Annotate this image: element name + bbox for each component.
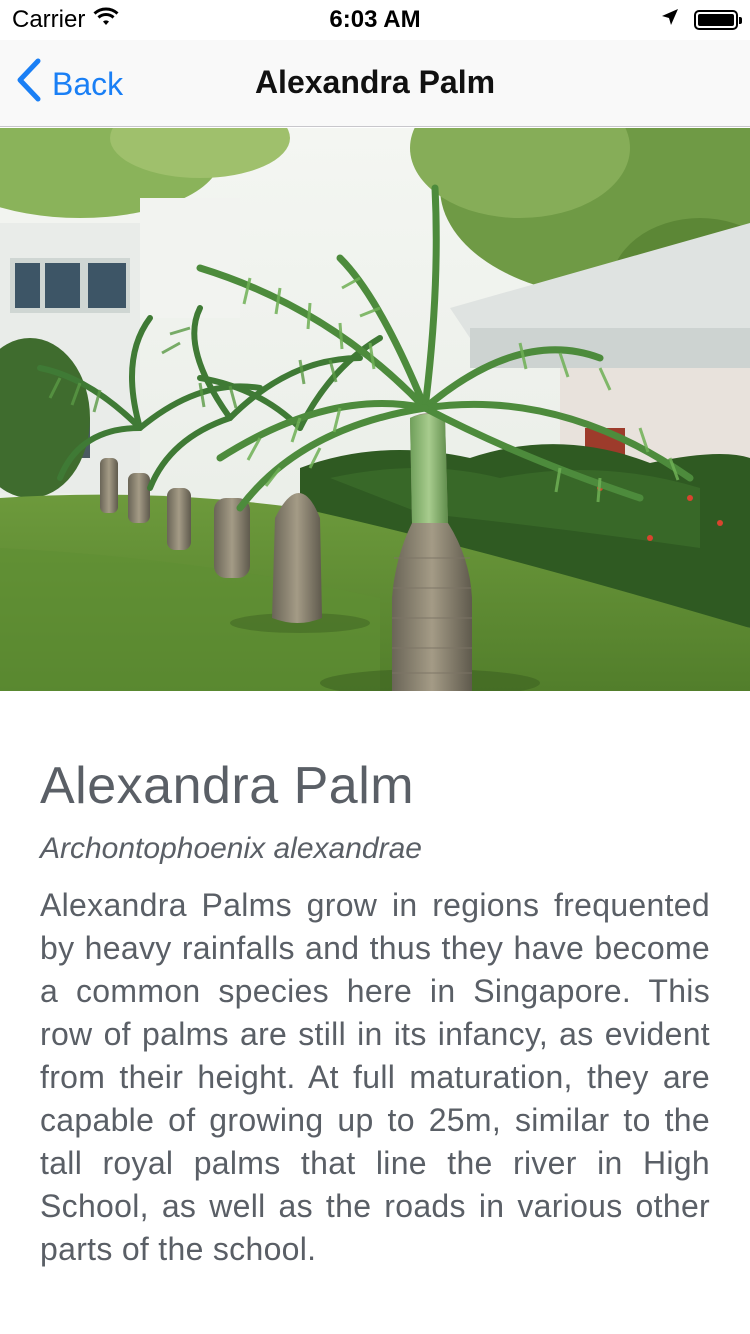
battery-fill xyxy=(698,14,734,26)
scientific-name: Archontophoenix alexandrae xyxy=(40,832,422,865)
plant-description: Alexandra Palms grow in regions frequent… xyxy=(40,887,710,1267)
status-bar: Carrier 6:03 AM xyxy=(0,0,750,40)
battery-icon xyxy=(694,10,742,30)
status-left: Carrier xyxy=(0,6,119,34)
navigation-bar: Back Alexandra Palm xyxy=(0,40,750,127)
detail-content: Alexandra Palm Archontophoenix alexandra… xyxy=(40,752,710,1271)
status-right xyxy=(660,6,750,34)
carrier-label: Carrier xyxy=(12,6,86,33)
location-arrow-icon xyxy=(660,6,680,34)
plant-title: Alexandra Palm xyxy=(40,757,415,815)
wifi-icon xyxy=(93,6,119,34)
nav-title: Alexandra Palm xyxy=(254,64,496,100)
palm-photo xyxy=(0,128,750,691)
